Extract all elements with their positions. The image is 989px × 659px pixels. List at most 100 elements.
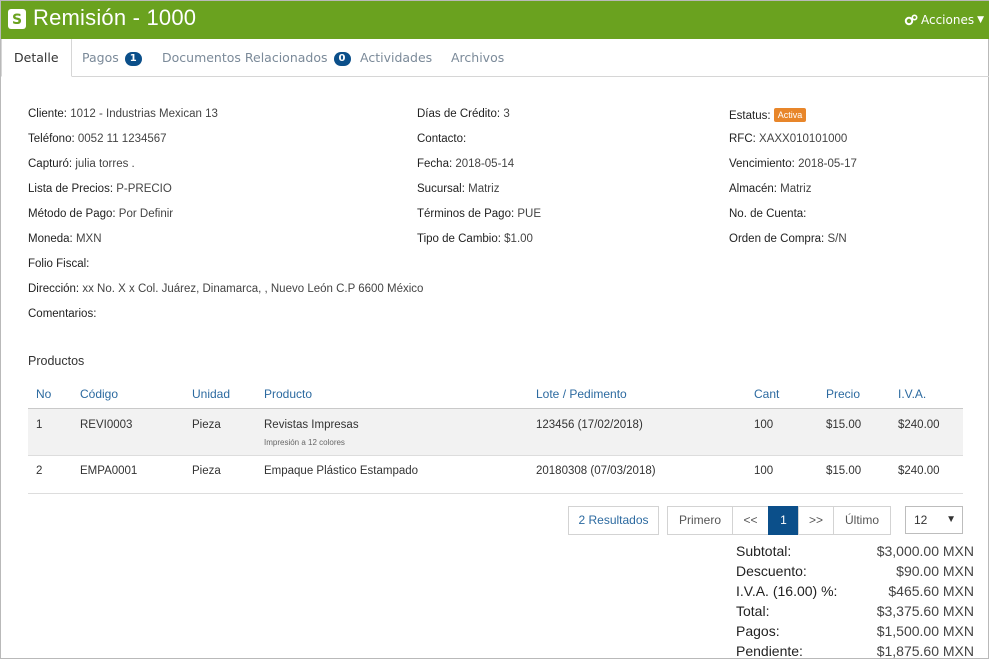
- total-value-total: $3,375.60 MXN: [876, 603, 974, 619]
- field-label: Teléfono:: [28, 133, 75, 145]
- field-no-cuenta: No. de Cuenta:: [729, 208, 806, 220]
- column-header-cant[interactable]: Cant: [754, 387, 779, 401]
- total-value-descuento: $90.00 MXN: [896, 563, 974, 579]
- field-terminos-pago: Términos de Pago: PUE: [417, 208, 541, 220]
- tab-actividades[interactable]: Actividades: [360, 39, 432, 77]
- field-label: Tipo de Cambio:: [417, 233, 501, 245]
- top-bar: S Remisión - 1000 Acciones ▼: [1, 1, 989, 39]
- field-value: 2018-05-14: [455, 158, 515, 170]
- column-header-lote[interactable]: Lote / Pedimento: [536, 387, 627, 401]
- field-fecha: Fecha: 2018-05-14: [417, 158, 514, 170]
- table-row[interactable]: 2 EMPA0001 Pieza Empaque Plástico Estamp…: [28, 456, 963, 494]
- field-capturo: Capturó: julia torres .: [28, 158, 135, 170]
- page-size-select[interactable]: 12 ▼: [905, 506, 963, 534]
- field-label: Almacén:: [729, 183, 777, 195]
- cell-codigo: REVI0003: [80, 419, 133, 431]
- column-header-codigo[interactable]: Código: [80, 387, 118, 401]
- field-vencimiento: Vencimiento: 2018-05-17: [729, 158, 857, 170]
- tab-label: Documentos Relacionados: [162, 50, 328, 65]
- cell-cant: 100: [754, 465, 774, 477]
- field-label: Cliente:: [28, 108, 67, 120]
- cell-unidad: Pieza: [192, 419, 221, 431]
- tab-documentos-relacionados[interactable]: Documentos Relacionados 0: [162, 39, 351, 77]
- first-page-button[interactable]: Primero: [667, 506, 733, 535]
- cell-lote: 123456 (17/02/2018): [536, 419, 643, 431]
- field-almacen: Almacén: Matriz: [729, 183, 811, 195]
- field-value: S/N: [827, 233, 847, 245]
- last-page-button[interactable]: Último: [833, 506, 891, 535]
- field-contacto: Contacto:: [417, 133, 466, 145]
- field-label: Días de Crédito:: [417, 108, 501, 120]
- tab-label: Archivos: [451, 50, 505, 65]
- field-value: 1012 - Industrias Mexican 13: [70, 108, 218, 120]
- field-orden-compra: Orden de Compra: S/N: [729, 233, 847, 245]
- field-comentarios: Comentarios:: [28, 308, 96, 320]
- field-value: $1.00: [504, 233, 533, 245]
- column-header-precio[interactable]: Precio: [826, 387, 860, 401]
- field-value: PUE: [517, 208, 542, 220]
- column-header-iva[interactable]: I.V.A.: [898, 387, 926, 401]
- field-label: Términos de Pago:: [417, 208, 515, 220]
- field-metodo-pago: Método de Pago: Por Definir: [28, 208, 173, 220]
- caret-down-icon: ▼: [946, 514, 956, 525]
- total-label-total: Total:: [736, 603, 770, 619]
- column-header-producto[interactable]: Producto: [264, 387, 312, 401]
- total-value-subtotal: $3,000.00 MXN: [876, 543, 974, 559]
- cell-no: 2: [36, 465, 43, 477]
- total-label-subtotal: Subtotal:: [736, 543, 792, 559]
- tab-archivos[interactable]: Archivos: [451, 39, 504, 77]
- tab-detalle[interactable]: Detalle: [1, 39, 72, 77]
- field-label: Estatus:: [729, 110, 771, 122]
- results-count-button[interactable]: 2 Resultados: [568, 506, 659, 535]
- tab-bar: Detalle Pagos 1 Documentos Relacionados …: [1, 39, 989, 77]
- prev-page-button[interactable]: <<: [732, 506, 769, 535]
- field-label: RFC:: [729, 133, 756, 145]
- count-badge: 0: [333, 52, 351, 66]
- field-dias-credito: Días de Crédito: 3: [417, 108, 510, 120]
- field-label: Sucursal:: [417, 183, 465, 195]
- total-value-iva: $465.60 MXN: [888, 583, 974, 599]
- field-value: 0052 11 1234567: [77, 133, 167, 145]
- field-label: Dirección:: [28, 283, 80, 295]
- tab-pagos[interactable]: Pagos 1: [82, 39, 142, 77]
- cell-descripcion: Impresión a 12 colores: [264, 438, 345, 447]
- next-page-button[interactable]: >>: [798, 506, 834, 535]
- field-cliente: Cliente: 1012 - Industrias Mexican 13: [28, 108, 218, 120]
- field-label: Fecha:: [417, 158, 453, 170]
- cell-lote: 20180308 (07/03/2018): [536, 465, 656, 477]
- field-label: Comentarios:: [28, 308, 97, 320]
- cell-precio: $15.00: [826, 419, 862, 431]
- cell-producto: Empaque Plástico Estampado: [264, 465, 419, 477]
- field-label: Lista de Precios:: [28, 183, 114, 195]
- svg-text:S: S: [12, 12, 22, 28]
- field-value: XAXX010101000: [759, 133, 848, 145]
- field-value: Por Definir: [118, 208, 174, 220]
- cell-cant: 100: [754, 419, 774, 431]
- field-lista-precios: Lista de Precios: P-PRECIO: [28, 183, 172, 195]
- cell-unidad: Pieza: [192, 465, 221, 477]
- current-page-button[interactable]: 1: [768, 506, 799, 535]
- field-value: P-PRECIO: [116, 183, 172, 195]
- field-value: 3: [503, 108, 510, 120]
- tab-label: Actividades: [360, 50, 433, 65]
- column-header-no[interactable]: No: [36, 387, 51, 401]
- field-label: Capturó:: [28, 158, 73, 170]
- field-sucursal: Sucursal: Matriz: [417, 183, 499, 195]
- actions-menu-button[interactable]: Acciones ▼: [904, 13, 984, 27]
- field-label: Vencimiento:: [729, 158, 795, 170]
- cell-iva: $240.00: [898, 465, 940, 477]
- field-value: 2018-05-17: [798, 158, 857, 170]
- field-value: julia torres .: [75, 158, 135, 170]
- cell-precio: $15.00: [826, 465, 862, 477]
- field-moneda: Moneda: MXN: [28, 233, 102, 245]
- table-row[interactable]: 1 REVI0003 Pieza Revistas Impresas Impre…: [28, 409, 963, 456]
- field-label: Folio Fiscal:: [28, 258, 90, 270]
- products-table-header: No Código Unidad Producto Lote / Pedimen…: [28, 381, 963, 409]
- column-header-unidad[interactable]: Unidad: [192, 387, 230, 401]
- field-label: No. de Cuenta:: [729, 208, 807, 220]
- app-logo-icon: S: [8, 9, 26, 29]
- field-folio-fiscal: Folio Fiscal:: [28, 258, 89, 270]
- status-badge: Activa: [773, 108, 807, 122]
- total-label-pendiente: Pendiente:: [736, 643, 803, 659]
- total-label-descuento: Descuento:: [736, 563, 807, 579]
